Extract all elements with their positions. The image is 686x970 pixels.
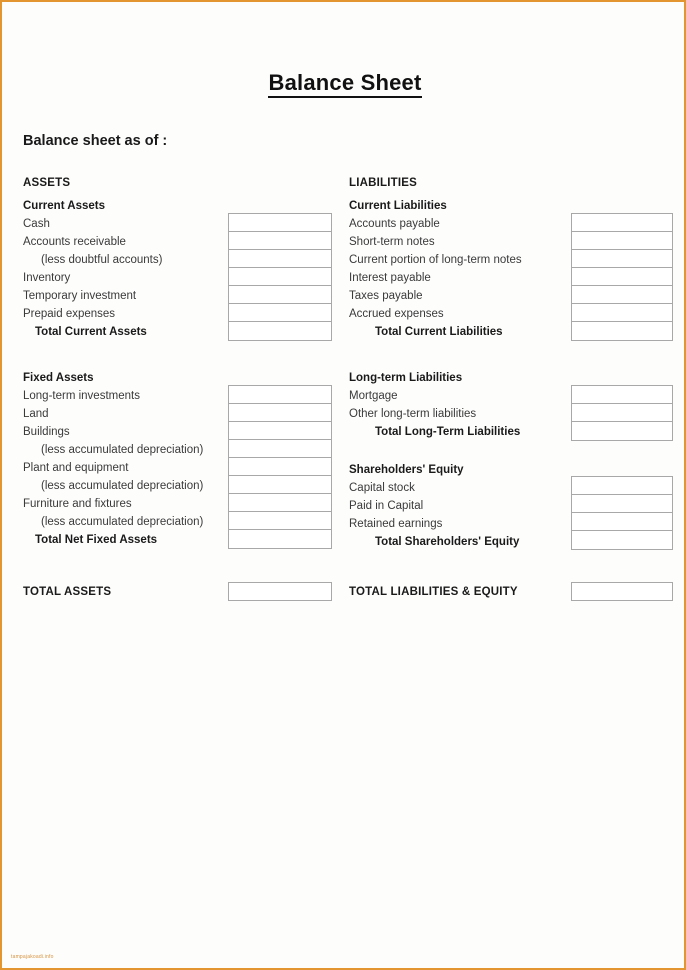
- page-title: Balance Sheet: [2, 70, 684, 98]
- long-term-liabilities-input-stack[interactable]: [571, 385, 673, 441]
- line-item-label: Current portion of long-term notes: [349, 254, 522, 266]
- line-item-label: Accrued expenses: [349, 308, 444, 320]
- amount-input-cell[interactable]: [229, 422, 331, 440]
- line-item-label: Prepaid expenses: [23, 308, 116, 320]
- amount-input-cell[interactable]: [572, 214, 672, 232]
- section-title-long-term-liabilities: Long-term Liabilities: [349, 372, 463, 384]
- line-item-label: Cash: [23, 218, 50, 230]
- section-title-current-liabilities: Current Liabilities: [349, 200, 447, 212]
- amount-input-cell[interactable]: [229, 512, 331, 530]
- line-item-label: Land: [23, 408, 49, 420]
- line-item-label: Accounts receivable: [23, 236, 126, 248]
- line-item-label: Buildings: [23, 426, 70, 438]
- current-assets-input-stack[interactable]: [228, 213, 332, 341]
- line-item-label: Paid in Capital: [349, 500, 424, 512]
- amount-input-cell[interactable]: [229, 268, 331, 286]
- amount-input-cell[interactable]: [572, 422, 672, 440]
- line-item-label: (less accumulated depreciation): [41, 480, 204, 492]
- total-assets-input[interactable]: [228, 582, 332, 601]
- amount-input-cell[interactable]: [229, 404, 331, 422]
- total-liabilities-equity-label: TOTAL LIABILITIES & EQUITY: [349, 586, 518, 598]
- line-item-label: (less accumulated depreciation): [41, 444, 204, 456]
- section-title-shareholders-equity: Shareholders' Equity: [349, 464, 464, 476]
- line-item-label: Retained earnings: [349, 518, 443, 530]
- assets-column-header: ASSETS: [23, 177, 71, 189]
- line-item-label: Taxes payable: [349, 290, 423, 302]
- amount-input-cell[interactable]: [229, 286, 331, 304]
- line-item-label: Inventory: [23, 272, 71, 284]
- line-item-label: Total Current Liabilities: [375, 326, 503, 338]
- current-assets-rows: Cash Accounts receivable (less doubtful ac…: [23, 215, 223, 341]
- line-item-label: Total Shareholders' Equity: [375, 536, 520, 548]
- page-title-text: Balance Sheet: [268, 70, 422, 98]
- fixed-assets-rows: Long-term investments Land Buildings (less …: [23, 387, 223, 549]
- line-item-label: Interest payable: [349, 272, 431, 284]
- section-fixed-assets: Fixed Assets Long-term investments Land Bu…: [23, 369, 223, 549]
- shareholders-equity-rows: Capital stock Paid in Capital Retained ear…: [349, 479, 564, 551]
- line-item-label: (less doubtful accounts): [41, 254, 163, 266]
- long-term-liabilities-rows: Mortgage Other long-term liabilities Total…: [349, 387, 564, 441]
- shareholders-equity-input-stack[interactable]: [571, 476, 673, 550]
- amount-input-cell[interactable]: [229, 232, 331, 250]
- section-shareholders-equity: Shareholders' Equity Capital stock Paid i…: [349, 461, 564, 551]
- amount-input-cell[interactable]: [229, 440, 331, 458]
- amount-input-cell[interactable]: [572, 531, 672, 549]
- amount-input-cell[interactable]: [572, 250, 672, 268]
- as-of-label: Balance sheet as of :: [23, 133, 168, 149]
- amount-input-cell[interactable]: [229, 304, 331, 322]
- line-item-label: Long-term investments: [23, 390, 140, 402]
- section-title-fixed-assets: Fixed Assets: [23, 372, 94, 384]
- amount-input-cell[interactable]: [572, 495, 672, 513]
- amount-input-cell[interactable]: [572, 286, 672, 304]
- line-item-label: (less accumulated depreciation): [41, 516, 204, 528]
- line-item-label: Total Current Assets: [35, 326, 147, 338]
- amount-input-cell[interactable]: [229, 530, 331, 548]
- total-liabilities-equity-input[interactable]: [571, 582, 673, 601]
- line-item-label: Temporary investment: [23, 290, 137, 302]
- section-current-assets: Current Assets Cash Accounts receivable (l…: [23, 197, 223, 341]
- liabilities-column-header: LIABILITIES: [349, 177, 418, 189]
- total-assets-label: TOTAL ASSETS: [23, 586, 112, 598]
- line-item-label: Plant and equipment: [23, 462, 129, 474]
- current-liabilities-rows: Accounts payable Short-term notes Current …: [349, 215, 564, 341]
- amount-input-cell[interactable]: [229, 494, 331, 512]
- current-liabilities-input-stack[interactable]: [571, 213, 673, 341]
- line-item-label: Short-term notes: [349, 236, 435, 248]
- amount-input-cell[interactable]: [572, 513, 672, 531]
- amount-input-cell[interactable]: [572, 304, 672, 322]
- amount-input-cell[interactable]: [229, 250, 331, 268]
- amount-input-cell[interactable]: [229, 458, 331, 476]
- amount-input-cell[interactable]: [572, 322, 672, 340]
- amount-input-cell[interactable]: [572, 477, 672, 495]
- section-current-liabilities: Current Liabilities Accounts payable Shor…: [349, 197, 564, 341]
- amount-input-cell[interactable]: [229, 214, 331, 232]
- amount-input-cell[interactable]: [229, 476, 331, 494]
- amount-input-cell[interactable]: [572, 232, 672, 250]
- amount-input-cell[interactable]: [229, 322, 331, 340]
- amount-input-cell[interactable]: [572, 386, 672, 404]
- line-item-label: Accounts payable: [349, 218, 440, 230]
- amount-input-cell[interactable]: [229, 386, 331, 404]
- fixed-assets-input-stack[interactable]: [228, 385, 332, 549]
- line-item-label: Mortgage: [349, 390, 398, 402]
- line-item-label: Other long-term liabilities: [349, 408, 477, 420]
- section-long-term-liabilities: Long-term Liabilities Mortgage Other long…: [349, 369, 564, 441]
- line-item-label: Total Net Fixed Assets: [35, 534, 158, 546]
- line-item-label: Capital stock: [349, 482, 415, 494]
- section-title-current-assets: Current Assets: [23, 200, 106, 212]
- line-item-label: Furniture and fixtures: [23, 498, 132, 510]
- amount-input-cell[interactable]: [572, 268, 672, 286]
- amount-input-cell[interactable]: [572, 404, 672, 422]
- line-item-label: Total Long-Term Liabilities: [375, 426, 521, 438]
- footer-watermark: tampajakoadi.info: [11, 954, 54, 960]
- balance-sheet-page: Balance Sheet Balance sheet as of : ASSE…: [0, 0, 686, 970]
